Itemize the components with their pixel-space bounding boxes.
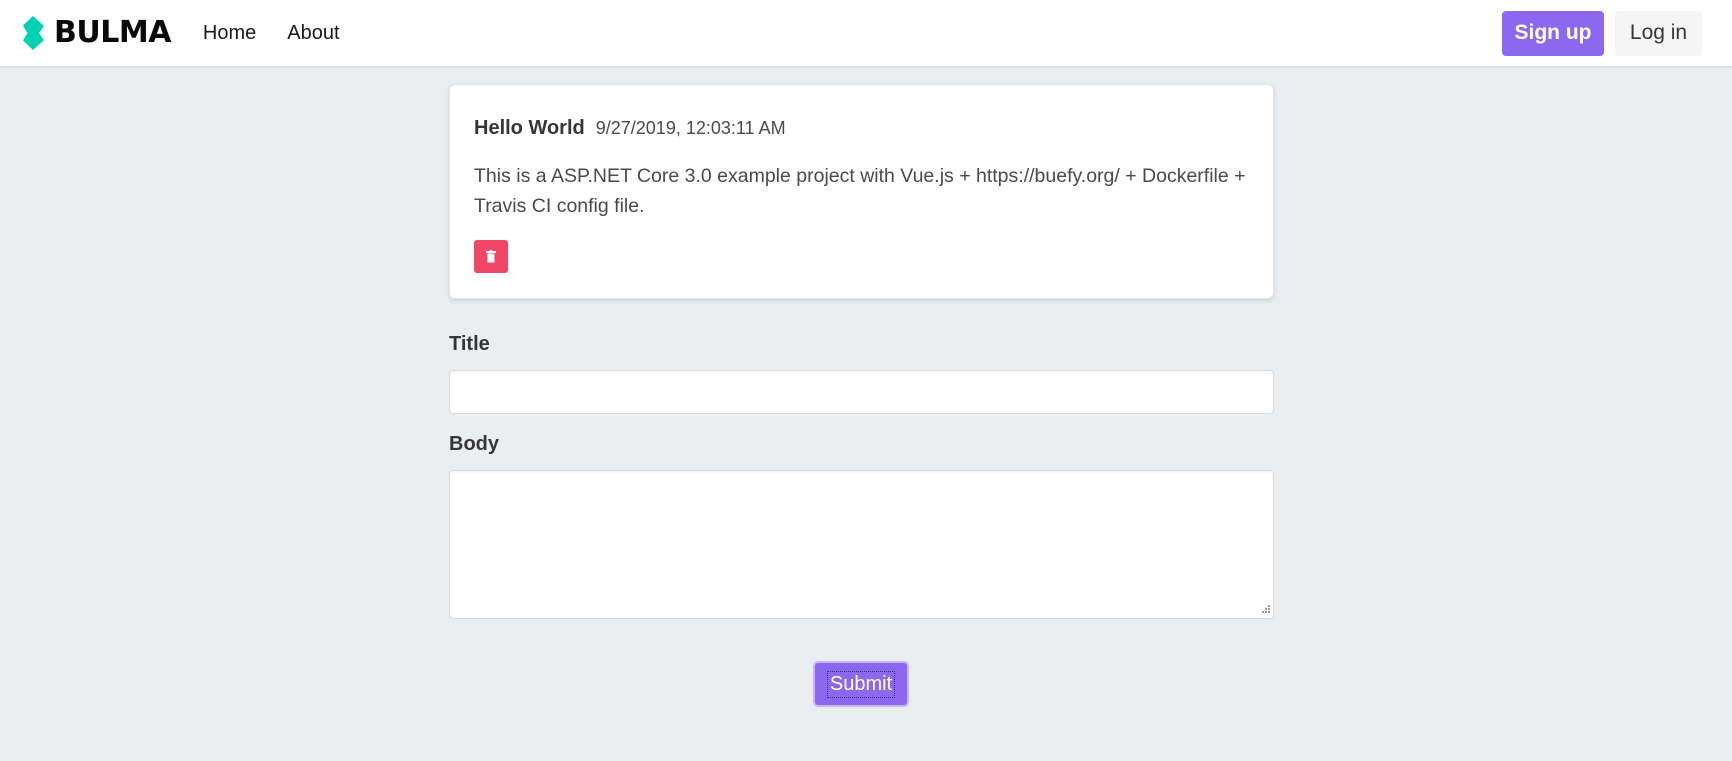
resize-handle-icon[interactable] (1259, 604, 1271, 616)
post-card: Hello World 9/27/2019, 12:03:11 AM This … (449, 84, 1274, 299)
nav-link-home[interactable]: Home (203, 0, 256, 66)
title-input[interactable] (449, 370, 1274, 414)
navbar-end: Sign up Log in (1502, 10, 1702, 56)
post-body: This is a ASP.NET Core 3.0 example proje… (474, 165, 1246, 217)
submit-button[interactable]: Submit (813, 661, 909, 707)
bulma-logo-icon (23, 16, 44, 50)
brand-text: BULMA (54, 15, 171, 50)
post-title: Hello World (474, 117, 585, 139)
post-date: 9/27/2019, 12:03:11 AM (595, 118, 786, 138)
nav-link-about[interactable]: About (287, 0, 339, 66)
trash-icon (486, 250, 496, 263)
brand[interactable]: BULMA (20, 0, 171, 66)
body-textarea[interactable] (449, 470, 1274, 619)
delete-post-button[interactable] (474, 240, 508, 273)
signup-button[interactable]: Sign up (1502, 10, 1604, 56)
body-label: Body (449, 433, 499, 455)
login-button[interactable]: Log in (1615, 10, 1702, 56)
title-label: Title (449, 333, 490, 355)
post-header: Hello World 9/27/2019, 12:03:11 AM (474, 117, 786, 140)
navbar: BULMA Home About Sign up Log in (0, 0, 1732, 66)
submit-button-label: Submit (826, 670, 896, 698)
